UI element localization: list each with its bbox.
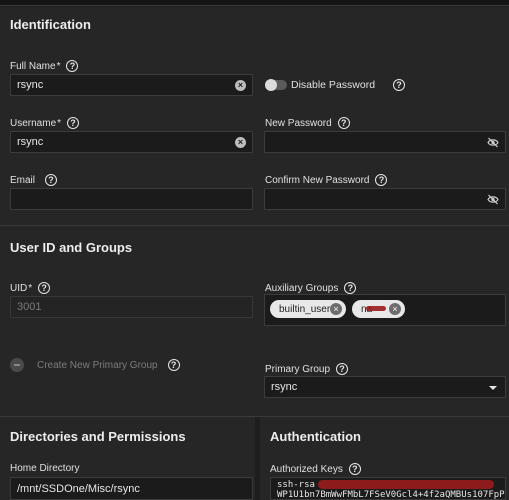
disable-password-label: Disable Password ?: [291, 79, 406, 91]
confirm-password-input[interactable]: [264, 188, 506, 210]
full-name-label: Full Name * ?: [10, 60, 79, 72]
clear-icon[interactable]: ×: [235, 80, 246, 91]
uid-label: UID * ?: [10, 282, 51, 294]
top-bar: [0, 0, 509, 6]
help-icon[interactable]: ?: [38, 282, 51, 294]
primary-group-select[interactable]: rsync: [264, 376, 506, 398]
email-input[interactable]: [10, 188, 253, 210]
help-icon[interactable]: ?: [337, 117, 350, 129]
remove-chip-icon[interactable]: ×: [389, 303, 401, 315]
authorized-keys-label: Authorized Keys ?: [270, 463, 361, 475]
help-icon[interactable]: ?: [167, 359, 180, 371]
redaction-mark: [366, 306, 386, 311]
help-icon[interactable]: ?: [45, 174, 58, 186]
home-directory-label: Home Directory: [10, 463, 80, 474]
home-directory-input[interactable]: /mnt/SSDOne/Misc/rsync: [10, 477, 253, 500]
group-chip[interactable]: builtin_users ×: [270, 300, 346, 318]
dropdown-arrow-icon: [489, 386, 497, 390]
new-password-input[interactable]: [264, 131, 506, 153]
help-icon[interactable]: ?: [66, 60, 79, 72]
eye-off-icon[interactable]: [487, 137, 499, 148]
identification-title: Identification: [10, 17, 91, 32]
help-icon[interactable]: ?: [348, 463, 361, 475]
remove-chip-icon[interactable]: ×: [330, 303, 342, 315]
help-icon[interactable]: ?: [393, 79, 406, 91]
primary-group-label: Primary Group ?: [265, 363, 349, 375]
help-icon[interactable]: ?: [67, 117, 80, 129]
authentication-title: Authentication: [270, 429, 361, 444]
help-icon[interactable]: ?: [344, 282, 357, 294]
user-groups-title: User ID and Groups: [10, 240, 133, 255]
clear-icon[interactable]: ×: [235, 137, 246, 148]
email-label: Email ?: [10, 174, 58, 186]
create-primary-group-toggle[interactable]: [10, 358, 24, 372]
auxiliary-groups-label: Auxiliary Groups ?: [265, 282, 357, 294]
confirm-password-label: Confirm New Password ?: [265, 174, 388, 186]
full-name-input[interactable]: rsync ×: [10, 74, 253, 96]
create-primary-group-label: Create New Primary Group ?: [37, 359, 180, 371]
new-password-label: New Password ?: [265, 117, 350, 129]
help-icon[interactable]: ?: [336, 363, 349, 375]
redaction-mark: [318, 480, 494, 489]
eye-off-icon[interactable]: [487, 194, 499, 205]
help-icon[interactable]: ?: [375, 174, 388, 186]
username-input[interactable]: rsync ×: [10, 131, 253, 153]
username-label: Username * ?: [10, 117, 80, 129]
directories-title: Directories and Permissions: [10, 429, 186, 444]
uid-input[interactable]: 3001: [10, 296, 253, 318]
disable-password-toggle[interactable]: [265, 79, 287, 91]
toggle-knob: [265, 79, 277, 91]
